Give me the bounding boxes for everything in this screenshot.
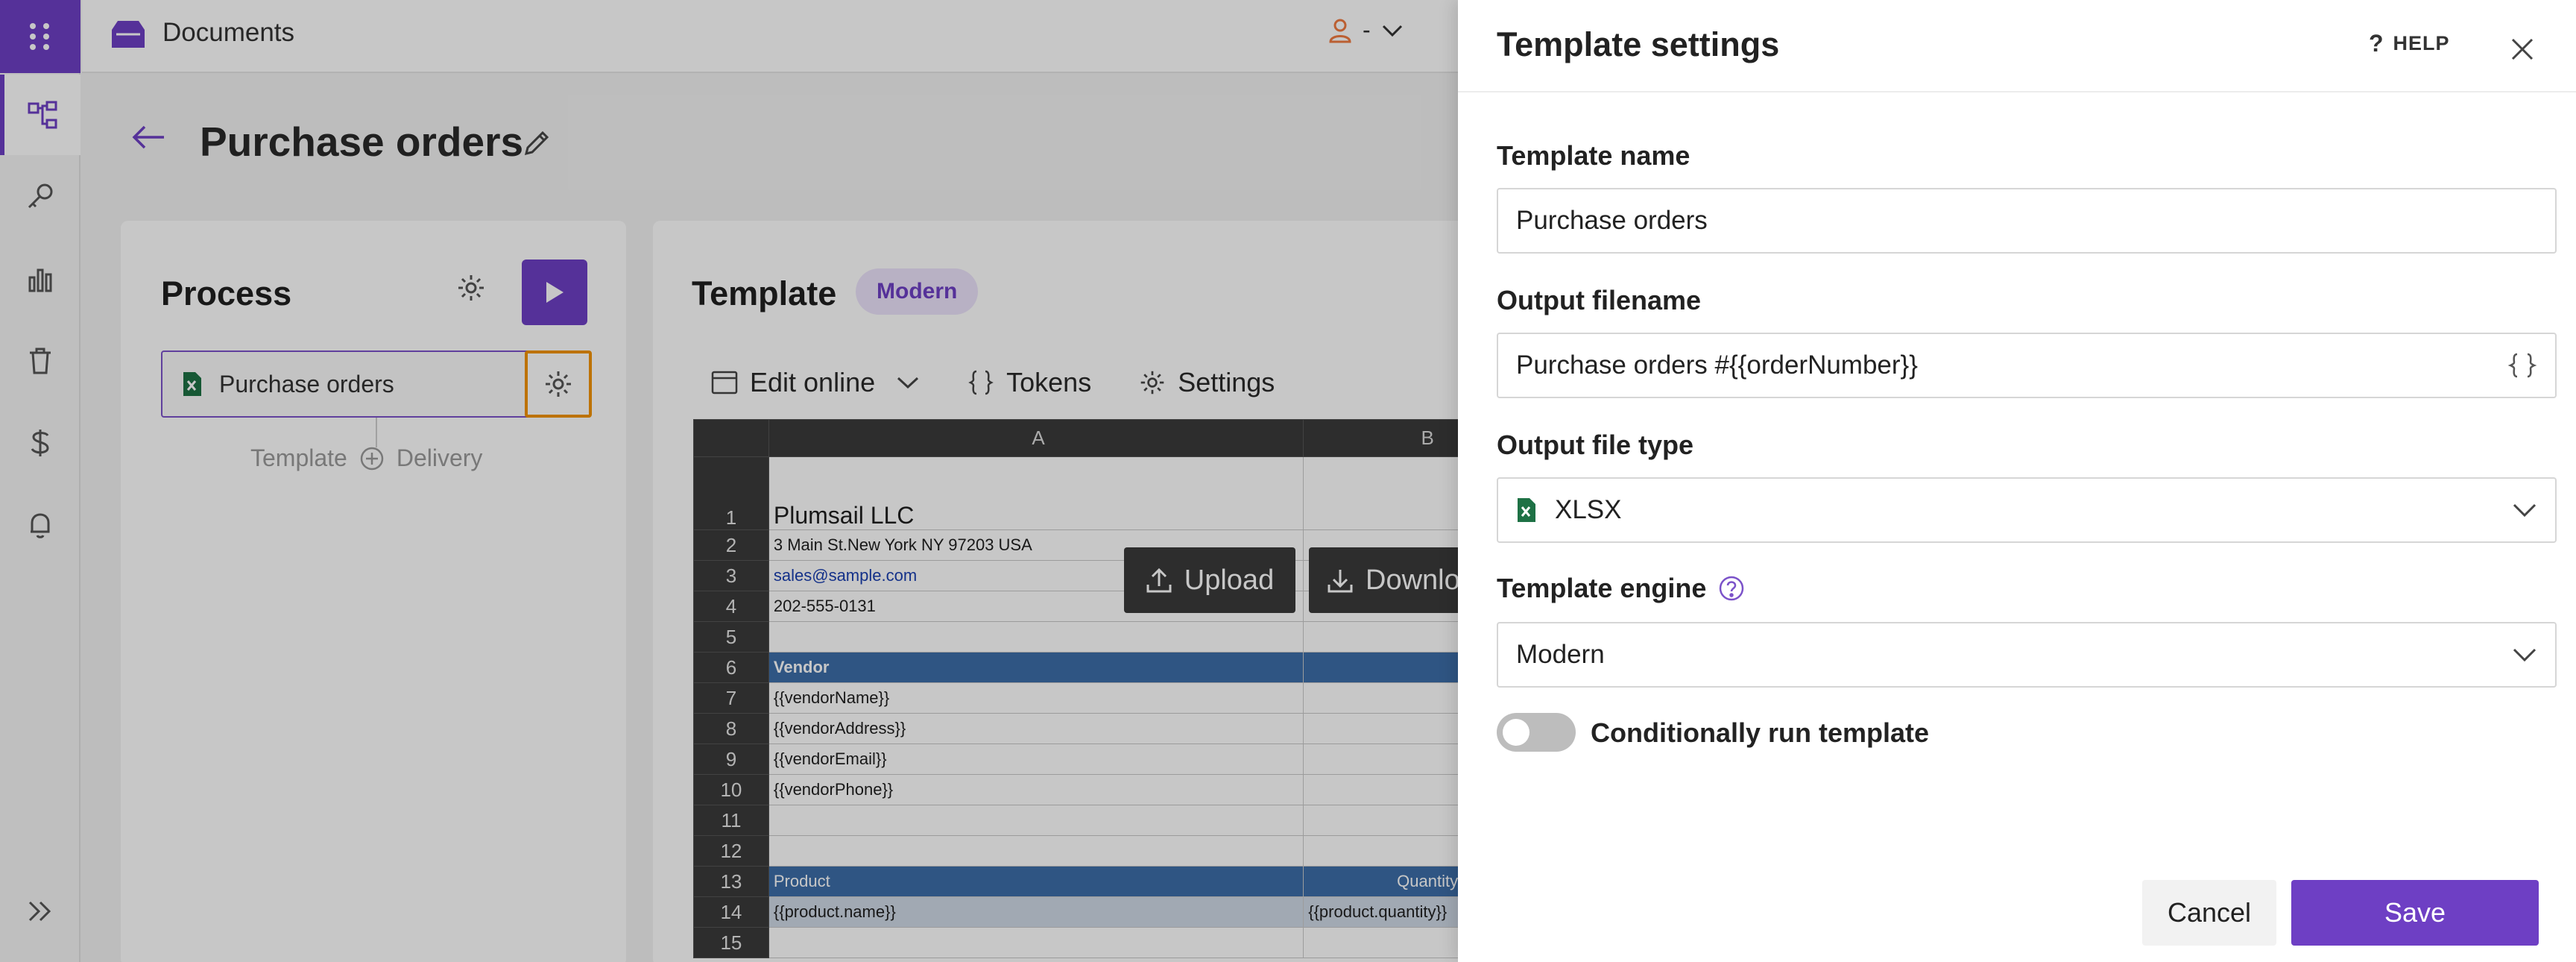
modal-backdrop[interactable] xyxy=(0,0,1458,962)
question-circle-icon[interactable] xyxy=(1718,575,1745,602)
close-icon xyxy=(2511,38,2534,60)
output-filename-input[interactable]: Purchase orders #{{orderNumber}} xyxy=(1497,333,2557,398)
output-filename-value: Purchase orders #{{orderNumber}} xyxy=(1516,350,1918,380)
conditional-run-label: Conditionally run template xyxy=(1591,717,1930,748)
template-name-label: Template name xyxy=(1497,140,1690,171)
excel-file-icon xyxy=(1518,498,1535,522)
help-label: HELP xyxy=(2393,32,2450,54)
toggle-knob xyxy=(1503,719,1530,746)
output-file-type-label: Output file type xyxy=(1497,430,1693,460)
panel-header: Template settings ? HELP xyxy=(1458,0,2576,92)
chevron-down-icon xyxy=(2512,647,2537,662)
cancel-button[interactable]: Cancel xyxy=(2142,880,2276,946)
template-engine-label-row: Template engine xyxy=(1497,573,1745,604)
braces-icon xyxy=(2507,353,2537,378)
template-name-input[interactable] xyxy=(1497,188,2557,254)
template-engine-label: Template engine xyxy=(1497,573,1707,603)
panel-title: Template settings xyxy=(1497,25,1780,63)
insert-token-button[interactable] xyxy=(2507,352,2537,379)
help-button[interactable]: ? HELP xyxy=(2369,30,2450,57)
output-file-type-value: XLSX xyxy=(1555,495,1622,524)
template-engine-select[interactable]: Modern xyxy=(1497,622,2557,688)
chevron-down-icon xyxy=(2512,503,2537,518)
conditional-run-toggle[interactable] xyxy=(1497,713,1576,752)
output-file-type-select[interactable]: XLSX xyxy=(1497,477,2557,543)
output-filename-label: Output filename xyxy=(1497,285,1702,315)
help-icon: ? xyxy=(2369,30,2384,57)
close-panel-button[interactable] xyxy=(2500,27,2545,72)
template-settings-panel: Template settings ? HELP Template name O… xyxy=(1458,0,2576,962)
template-engine-value: Modern xyxy=(1516,640,1605,669)
save-button[interactable]: Save xyxy=(2291,880,2539,946)
